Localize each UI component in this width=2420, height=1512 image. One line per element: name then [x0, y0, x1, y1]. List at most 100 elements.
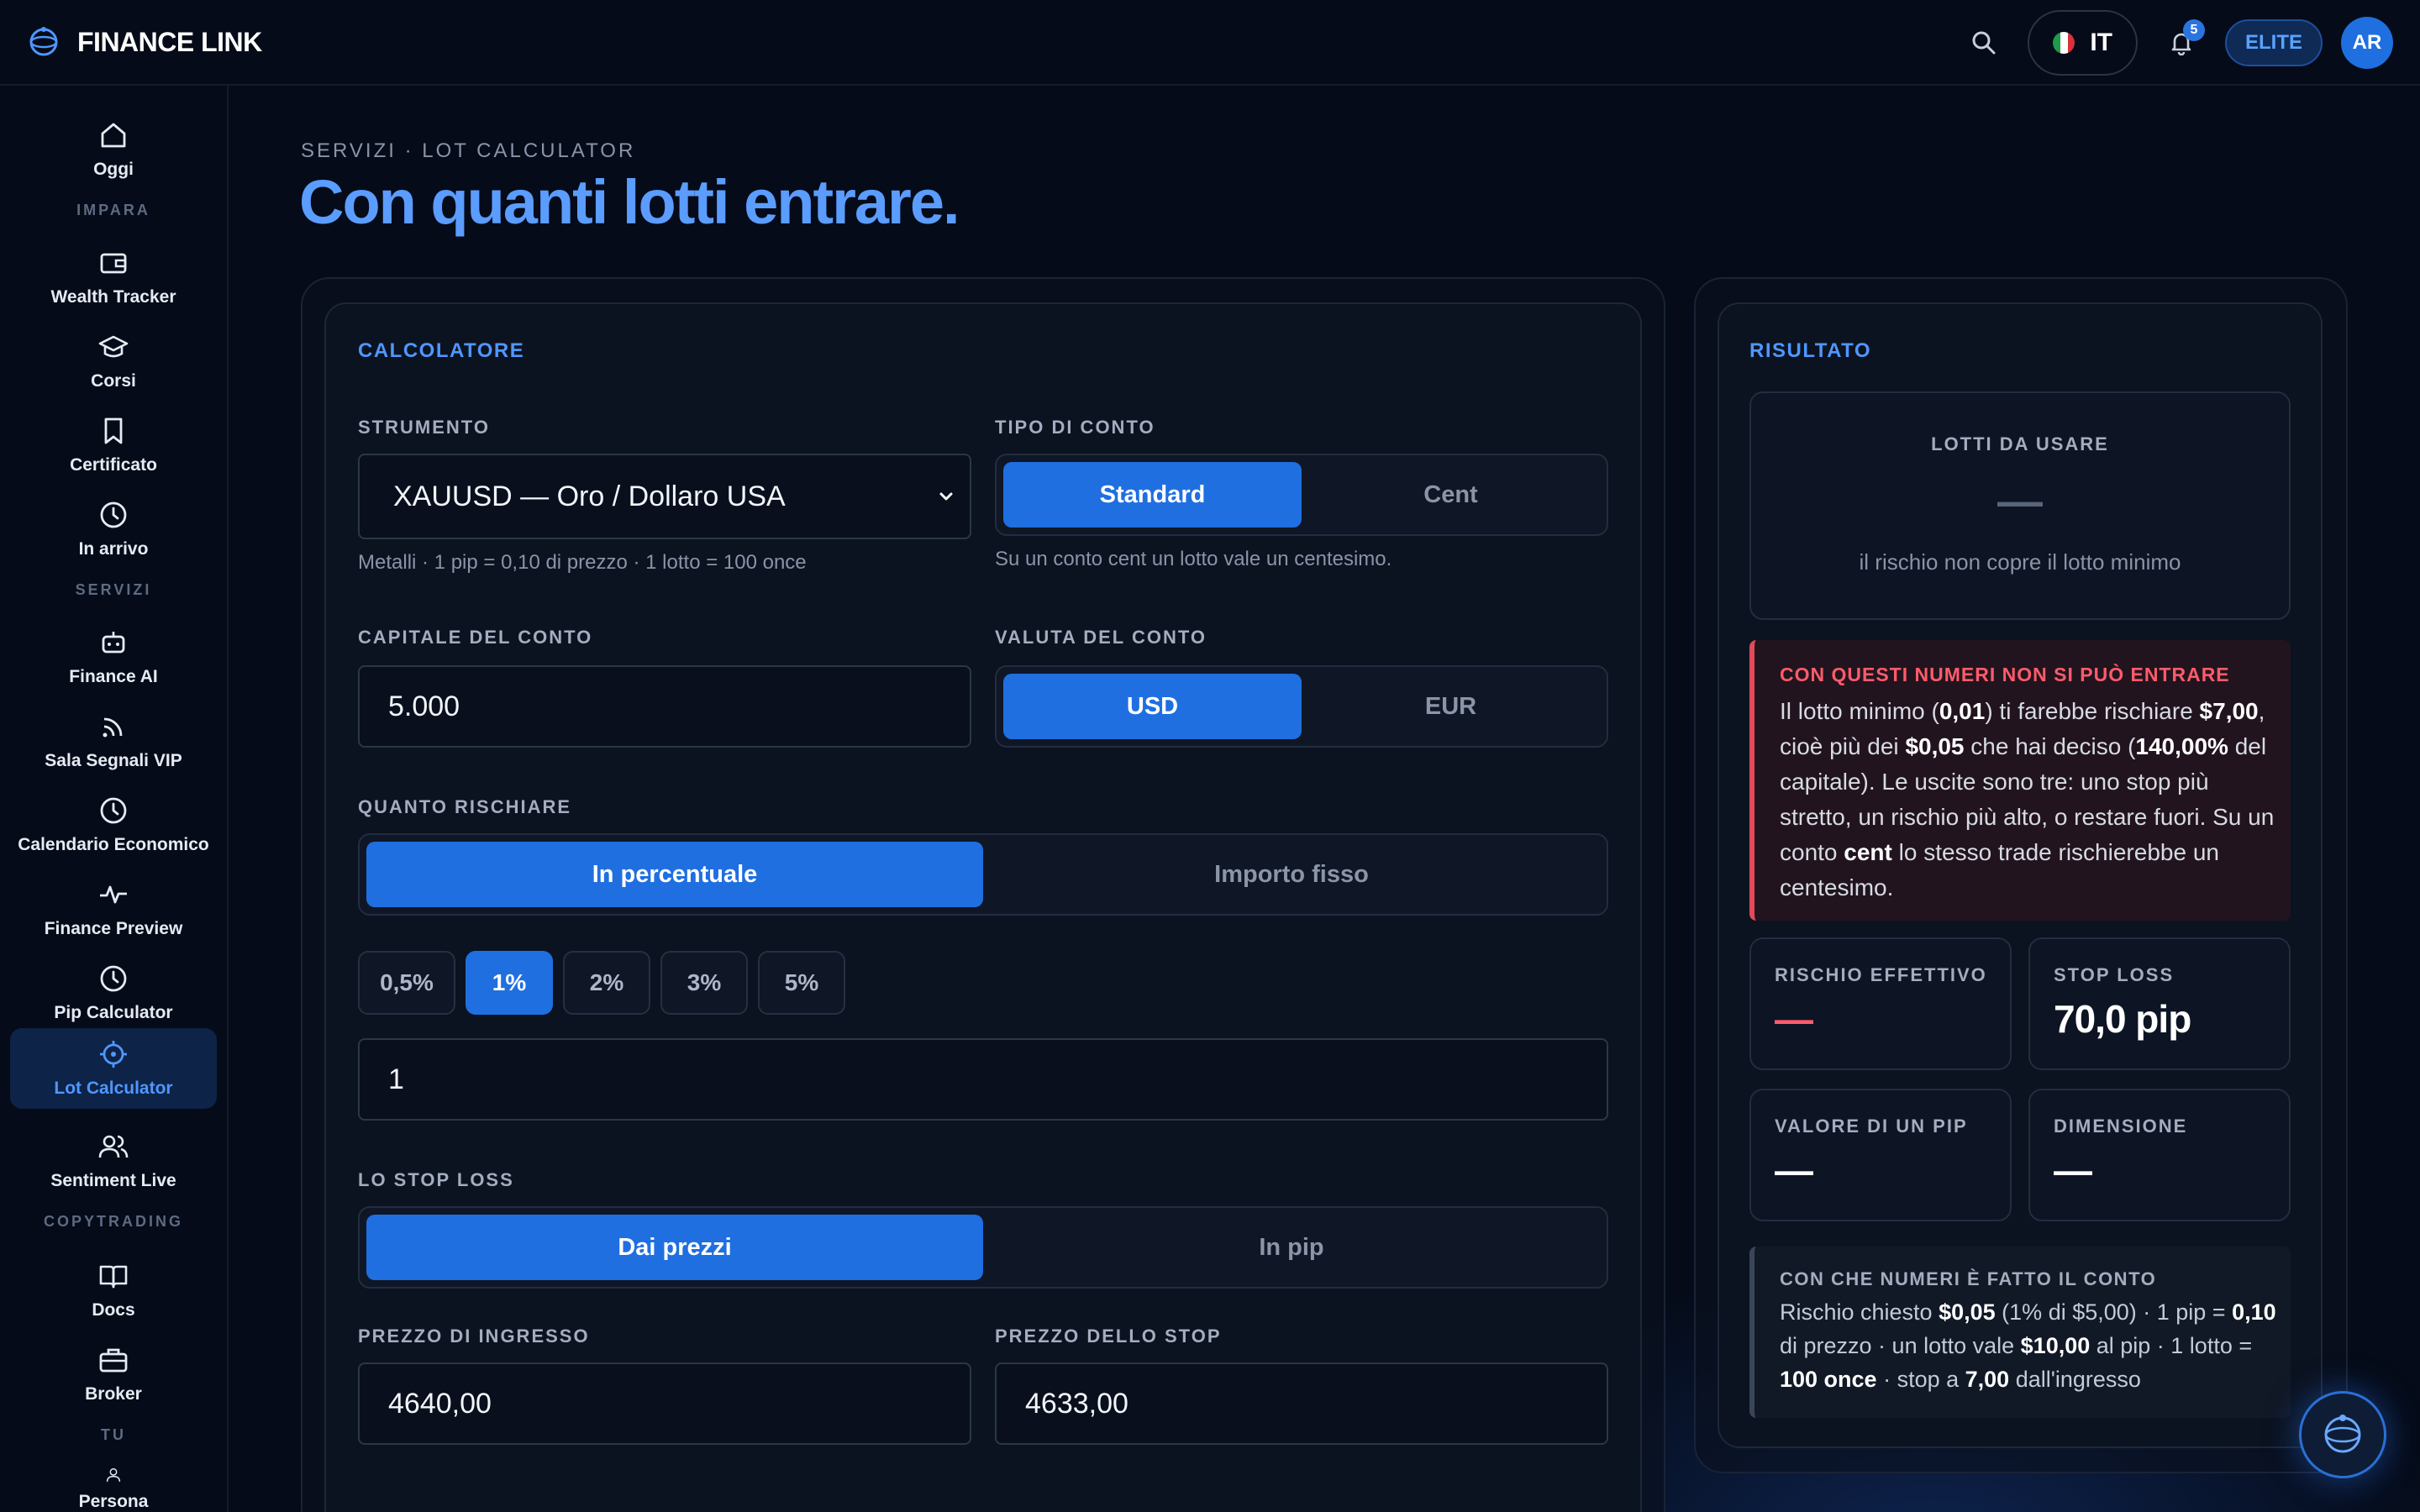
calculation-info-text: Rischio chiesto $0,05 (1% di $5,00) · 1 … [1780, 1299, 2276, 1392]
sidebar-item-label: Pip Calculator [54, 1003, 173, 1022]
stop-loss-result-label: STOP LOSS [2054, 964, 2175, 985]
stop-mode-toggle: Dai prezzi In pip [358, 1206, 1608, 1289]
home-icon [101, 123, 126, 148]
risk-mode-percent[interactable]: In percentuale [366, 842, 983, 907]
robot-icon [102, 632, 125, 654]
user-icon [106, 1467, 121, 1482]
book-icon [99, 1265, 128, 1289]
sidebar-section-tu: TU [101, 1426, 126, 1443]
warning-box: CON QUESTI NUMERI NON SI PUÒ ENTRARE Il … [1749, 640, 2291, 921]
effective-risk-value: — [1775, 997, 1813, 1041]
currency-label: VALUTA DEL CONTO [995, 627, 1207, 648]
stop-loss-box: STOP LOSS 70,0 pip [2028, 937, 2291, 1070]
account-type-hint: Su un conto cent un lotto vale un centes… [995, 548, 1392, 570]
risk-mode-fixed[interactable]: Importo fisso [983, 842, 1600, 907]
users-icon [98, 1135, 129, 1158]
stop-price-input[interactable]: 4633,00 [995, 1362, 1608, 1445]
chevron-down-icon [939, 492, 953, 501]
stop-mode-prices[interactable]: Dai prezzi [366, 1215, 983, 1280]
notifications-button[interactable]: 5 [2156, 18, 2207, 68]
search-button[interactable] [1959, 18, 2009, 68]
clock-icon [100, 965, 127, 992]
sidebar-item-label: Finance Preview [44, 919, 183, 938]
warning-title: CON QUESTI NUMERI NON SI PUÒ ENTRARE [1780, 664, 2230, 685]
sidebar-item-label: In arrivo [78, 539, 149, 559]
lots-label: LOTTI DA USARE [1931, 433, 2109, 454]
sidebar-item-label: Sala Segnali VIP [45, 751, 182, 770]
instrument-hint: Metalli · 1 pip = 0,10 di prezzo · 1 lot… [358, 551, 807, 574]
pip-value-box: VALORE DI UN PIP — [1749, 1089, 2012, 1221]
capital-label: CAPITALE DEL CONTO [358, 627, 593, 648]
sidebar-item-pip-calculator[interactable]: Pip Calculator [10, 953, 217, 1033]
sidebar-item-finance-preview[interactable]: Finance Preview [10, 869, 217, 949]
sidebar-item-sala-segnali-vip[interactable]: Sala Segnali VIP [10, 701, 217, 781]
sidebar-item-finance-ai[interactable]: Finance AI [10, 617, 217, 697]
sidebar-item-oggi[interactable]: Oggi [10, 109, 217, 190]
stop-loss-label: LO STOP LOSS [358, 1169, 514, 1190]
stop-price-label: PREZZO DELLO STOP [995, 1326, 1222, 1347]
size-value: — [2054, 1148, 2092, 1192]
account-type-label: TIPO DI CONTO [995, 417, 1155, 438]
risk-chip-3[interactable]: 3% [660, 951, 748, 1015]
avatar[interactable]: AR [2341, 17, 2393, 69]
currency-eur[interactable]: EUR [1302, 674, 1600, 739]
size-box: DIMENSIONE — [2028, 1089, 2291, 1221]
stop-mode-pips[interactable]: In pip [983, 1215, 1600, 1280]
risk-value-input[interactable]: 1 [358, 1038, 1608, 1121]
clock-icon [100, 501, 127, 528]
sidebar-item-calendario-economico[interactable]: Calendario Economico [10, 785, 217, 865]
account-type-standard[interactable]: Standard [1003, 462, 1302, 528]
sidebar-item-sentiment-live[interactable]: Sentiment Live [10, 1121, 217, 1201]
sidebar-item-label: Docs [92, 1300, 135, 1320]
risk-mode-toggle: In percentuale Importo fisso [358, 833, 1608, 916]
globe-logo-icon [29, 27, 58, 56]
currency-usd[interactable]: USD [1003, 674, 1302, 739]
currency-toggle: USD EUR [995, 665, 1608, 748]
sidebar: Oggi IMPARA Wealth Tracker Corsi Certifi… [0, 86, 229, 1512]
search-icon [1972, 31, 1996, 55]
sidebar-item-certificato[interactable]: Certificato [10, 405, 217, 486]
language-selector[interactable]: IT [2028, 10, 2138, 76]
sidebar-item-in-arrivo[interactable]: In arrivo [10, 489, 217, 570]
top-bar: FINANCE LINK IT 5 ELITE AR [0, 0, 2420, 86]
sidebar-item-label: Persona [78, 1492, 149, 1511]
calculation-info-title: CON CHE NUMERI È FATTO IL CONTO [1780, 1268, 2157, 1289]
assistant-fab[interactable] [2299, 1391, 2386, 1478]
sidebar-item-label: Lot Calculator [54, 1079, 173, 1098]
plan-badge[interactable]: ELITE [2224, 19, 2323, 66]
bookmark-icon [104, 417, 123, 444]
page-title: Con quanti lotti entrare. [299, 167, 960, 237]
capital-input[interactable]: 5.000 [358, 665, 971, 748]
sidebar-item-label: Broker [85, 1384, 142, 1404]
sidebar-section-copytrading: COPYTRADING [43, 1213, 183, 1230]
sidebar-section-servizi: SERVIZI [75, 581, 152, 598]
instrument-value: XAUUSD — Oro / Dollaro USA [393, 480, 786, 512]
app-name: FINANCE LINK [77, 26, 262, 57]
wallet-icon [100, 253, 127, 274]
sidebar-item-wealth-tracker[interactable]: Wealth Tracker [10, 237, 217, 318]
clock-icon [100, 797, 127, 824]
brand[interactable]: FINANCE LINK [27, 25, 262, 59]
effective-risk-label: RISCHIO EFFETTIVO [1775, 964, 1987, 985]
risk-chip-0-5[interactable]: 0,5% [358, 951, 455, 1015]
risk-chip-5[interactable]: 5% [758, 951, 845, 1015]
sidebar-item-label: Finance AI [69, 667, 158, 686]
account-type-toggle: Standard Cent [995, 454, 1608, 536]
risk-label: QUANTO RISCHIARE [358, 796, 572, 817]
risk-chip-2[interactable]: 2% [563, 951, 650, 1015]
lots-box: LOTTI DA USARE — il rischio non copre il… [1749, 391, 2291, 620]
entry-price-input[interactable]: 4640,00 [358, 1362, 971, 1445]
sidebar-item-label: Oggi [93, 160, 134, 179]
language-code: IT [2090, 29, 2112, 56]
effective-risk-box: RISCHIO EFFETTIVO — [1749, 937, 2012, 1070]
sidebar-item-persona[interactable]: Persona [10, 1460, 217, 1512]
account-type-cent[interactable]: Cent [1302, 462, 1600, 528]
sidebar-item-lot-calculator[interactable]: Lot Calculator [10, 1028, 217, 1109]
entry-price-label: PREZZO DI INGRESSO [358, 1326, 590, 1347]
risk-chip-1[interactable]: 1% [466, 951, 553, 1015]
sidebar-item-corsi[interactable]: Corsi [10, 321, 217, 402]
sidebar-item-broker[interactable]: Broker [10, 1334, 217, 1415]
instrument-select[interactable]: XAUUSD — Oro / Dollaro USA [358, 454, 971, 539]
sidebar-item-docs[interactable]: Docs [10, 1250, 217, 1331]
calculator-title: CALCOLATORE [358, 339, 525, 362]
